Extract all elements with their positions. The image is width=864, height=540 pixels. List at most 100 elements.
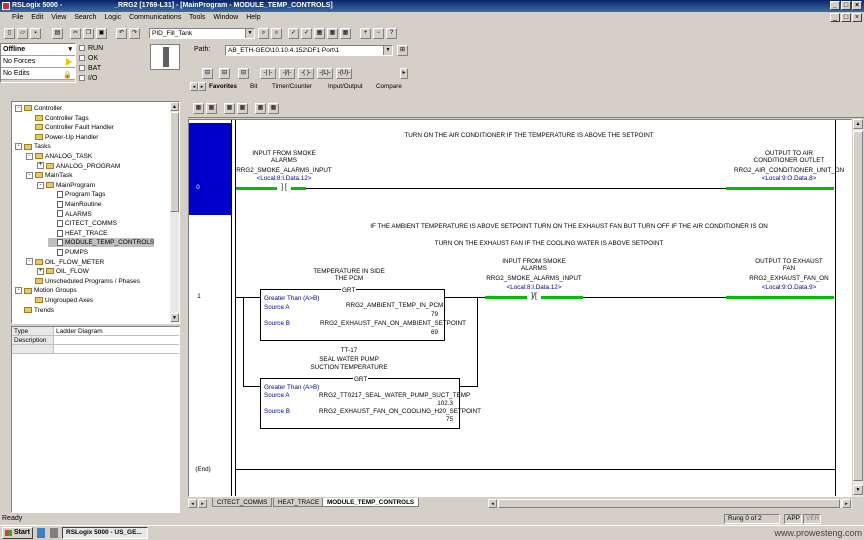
help-icon[interactable]: ? [386, 28, 397, 39]
open-icon[interactable]: ▱ [17, 28, 28, 39]
collapse-icon[interactable]: - [15, 104, 22, 112]
tree-item[interactable]: - MainProgram [37, 181, 95, 190]
ote-fan-tag[interactable]: RRG2_EXHAUST_FAN_ON [734, 275, 844, 282]
tree-item[interactable]: ALARMS [48, 210, 92, 219]
network-icon[interactable]: ⊞ [397, 45, 408, 56]
minimize-button[interactable]: _ [830, 1, 840, 10]
cancel-edit-icon[interactable]: ▦ [224, 103, 235, 114]
otu-icon[interactable]: -(U)- [336, 68, 352, 79]
tree-item[interactable]: Controller Fault Handler [26, 123, 114, 132]
tree-item[interactable]: Controller Tags [26, 114, 89, 123]
new-icon[interactable]: ▯ [4, 28, 15, 39]
chevron-down-icon[interactable]: ▼ [245, 29, 254, 38]
print-icon[interactable]: ▤ [52, 28, 63, 39]
start-button[interactable]: Start [2, 527, 33, 539]
tab-favorites[interactable]: Favorites [209, 82, 237, 91]
copy-icon[interactable]: ❐ [83, 28, 94, 39]
find-next-icon[interactable]: ⌕ [271, 28, 282, 39]
xic-icon[interactable]: -| |- [260, 68, 276, 79]
property-value-description[interactable] [54, 336, 179, 344]
expand-icon[interactable]: + [37, 267, 44, 275]
ote-ac-tag[interactable]: RRG2_AIR_CONDITIONER_UNIT_ON [734, 167, 844, 174]
tree-scroll-thumb[interactable] [170, 112, 179, 212]
tree-item[interactable]: - Controller [15, 104, 62, 113]
rung-0-selected-marker[interactable] [189, 123, 231, 215]
assemble-edit-icon[interactable]: ▦ [237, 103, 248, 114]
tab-input-output[interactable]: Input/Output [328, 82, 363, 91]
tab-timer-counter[interactable]: Timer/Counter [272, 82, 312, 91]
untest-edit-icon[interactable]: ▦ [268, 103, 279, 114]
tree-item[interactable]: PUMPS [48, 248, 88, 257]
scroll-down-icon[interactable]: ▼ [170, 313, 179, 322]
tree-item[interactable]: Unscheduled Programs / Phases [26, 277, 140, 286]
tree-item[interactable]: - Motion Groups [15, 286, 77, 295]
ote-icon[interactable]: -( )- [298, 68, 314, 79]
routine-combo[interactable]: PID_Fill_Tank ▼ [149, 28, 255, 39]
zoom-in-icon[interactable]: + [360, 28, 371, 39]
collapse-icon[interactable]: - [15, 287, 22, 295]
collapse-icon[interactable]: - [26, 152, 33, 160]
collapse-icon[interactable]: - [37, 181, 44, 189]
maximize-button[interactable]: □ [841, 1, 851, 10]
toolbar-scroll-right-icon[interactable]: ▸ [400, 68, 408, 79]
xic-tag[interactable]: RRG2_SMOKE_ALARMS_INPUT [229, 167, 339, 174]
redo-icon[interactable]: ↷ [129, 28, 140, 39]
scroll-right-icon[interactable]: ▸ [842, 499, 851, 508]
scroll-down-icon[interactable]: ▼ [853, 485, 863, 495]
scroll-left-icon[interactable]: ◂ [488, 499, 497, 508]
routine-tab-module-temp-controls[interactable]: MODULE_TEMP_CONTROLS [322, 498, 420, 507]
rung-icon[interactable]: ⊟ [202, 68, 213, 79]
controller-mode[interactable]: Offline ▾ [1, 44, 75, 56]
xic-contact-icon[interactable]: ] [ [277, 184, 291, 191]
edits-status[interactable]: No Edits 🔒 [1, 68, 75, 80]
menu-logic[interactable]: Logic [104, 14, 121, 21]
forces-status[interactable]: No Forces [1, 56, 75, 68]
tree-item[interactable]: - ANALOG_TASK [26, 152, 92, 161]
grt1-instruction-block[interactable]: GRT Greater Than (A>B) Source A RRG2_AMB… [260, 287, 466, 341]
grt2-instruction-block[interactable]: GRT Greater Than (A>B) Source A RRG2_TT0… [260, 376, 481, 429]
tree-scrollbar[interactable]: ▲ ▼ [170, 102, 179, 323]
accept-edit-icon[interactable]: ▦ [206, 103, 217, 114]
menu-search[interactable]: Search [74, 14, 96, 21]
xio-tag[interactable]: RRG2_SMOKE_ALARMS_INPUT [474, 275, 594, 282]
rung-edit-icon[interactable]: ▦ [193, 103, 204, 114]
tab-bit[interactable]: Bit [250, 82, 257, 91]
quick-launch-icon-2[interactable] [50, 528, 58, 538]
verify-icon[interactable]: ✓ [288, 28, 299, 39]
menu-tools[interactable]: Tools [189, 14, 205, 21]
child-restore-button[interactable]: □ [841, 13, 851, 22]
expand-icon[interactable]: + [37, 162, 44, 170]
chevron-down-icon[interactable]: ▼ [383, 46, 392, 55]
menu-file[interactable]: File [12, 14, 23, 21]
routine-tab-citect-comms[interactable]: CITECT_COMMS [212, 498, 273, 507]
menu-edit[interactable]: Edit [31, 14, 43, 21]
ladder-horizontal-scrollbar[interactable]: ◂ ▸ [488, 499, 852, 508]
cut-icon[interactable]: ✂ [70, 28, 81, 39]
tab-scroll-right-icon[interactable]: ▸ [198, 82, 206, 91]
controller-organizer-tree[interactable]: - Controller Controller Tags Controller Fau… [11, 101, 180, 324]
undo-icon[interactable]: ↶ [116, 28, 127, 39]
routine-tab-heat-trace[interactable]: HEAT_TRACE [273, 498, 325, 507]
branch-icon[interactable]: ⊟ [219, 68, 230, 79]
tag-editor-icon[interactable]: ▦ [314, 28, 325, 39]
ladder-vertical-scrollbar[interactable]: ▲ ▼ [853, 119, 863, 497]
tree-item[interactable]: MainRoutine [48, 200, 102, 209]
child-close-button[interactable]: × [852, 13, 862, 22]
collapse-icon[interactable]: - [26, 171, 33, 179]
collapse-icon[interactable]: - [15, 143, 22, 151]
tree-item[interactable]: CITECT_COMMS [48, 219, 117, 228]
save-icon[interactable]: ▪ [30, 28, 41, 39]
taskbar-rslogix-button[interactable]: RSLogix 5000 - US_GE... [62, 527, 148, 539]
otl-icon[interactable]: -(L)- [317, 68, 333, 79]
search-icon[interactable]: ⌕ [258, 28, 269, 39]
tree-item[interactable]: - Tasks [15, 142, 51, 151]
tree-item[interactable]: + ANALOG_PROGRAM [37, 162, 120, 171]
collapse-icon[interactable]: - [26, 258, 33, 266]
zoom-out-icon[interactable]: − [373, 28, 384, 39]
grt2-source-b-tag[interactable]: RRG2_EXHAUST_FAN_ON_COOLING_H20_SETPOINT [319, 408, 481, 415]
tab-scroll-left-icon[interactable]: ◂ [188, 499, 197, 508]
test-edit-icon[interactable]: ▦ [255, 103, 266, 114]
grt1-source-b-tag[interactable]: RRG2_EXHAUST_FAN_ON_AMBIENT_SETPOINT [320, 320, 466, 327]
quick-launch-icon[interactable] [37, 528, 45, 538]
horizontal-scroll-thumb[interactable] [498, 499, 840, 508]
